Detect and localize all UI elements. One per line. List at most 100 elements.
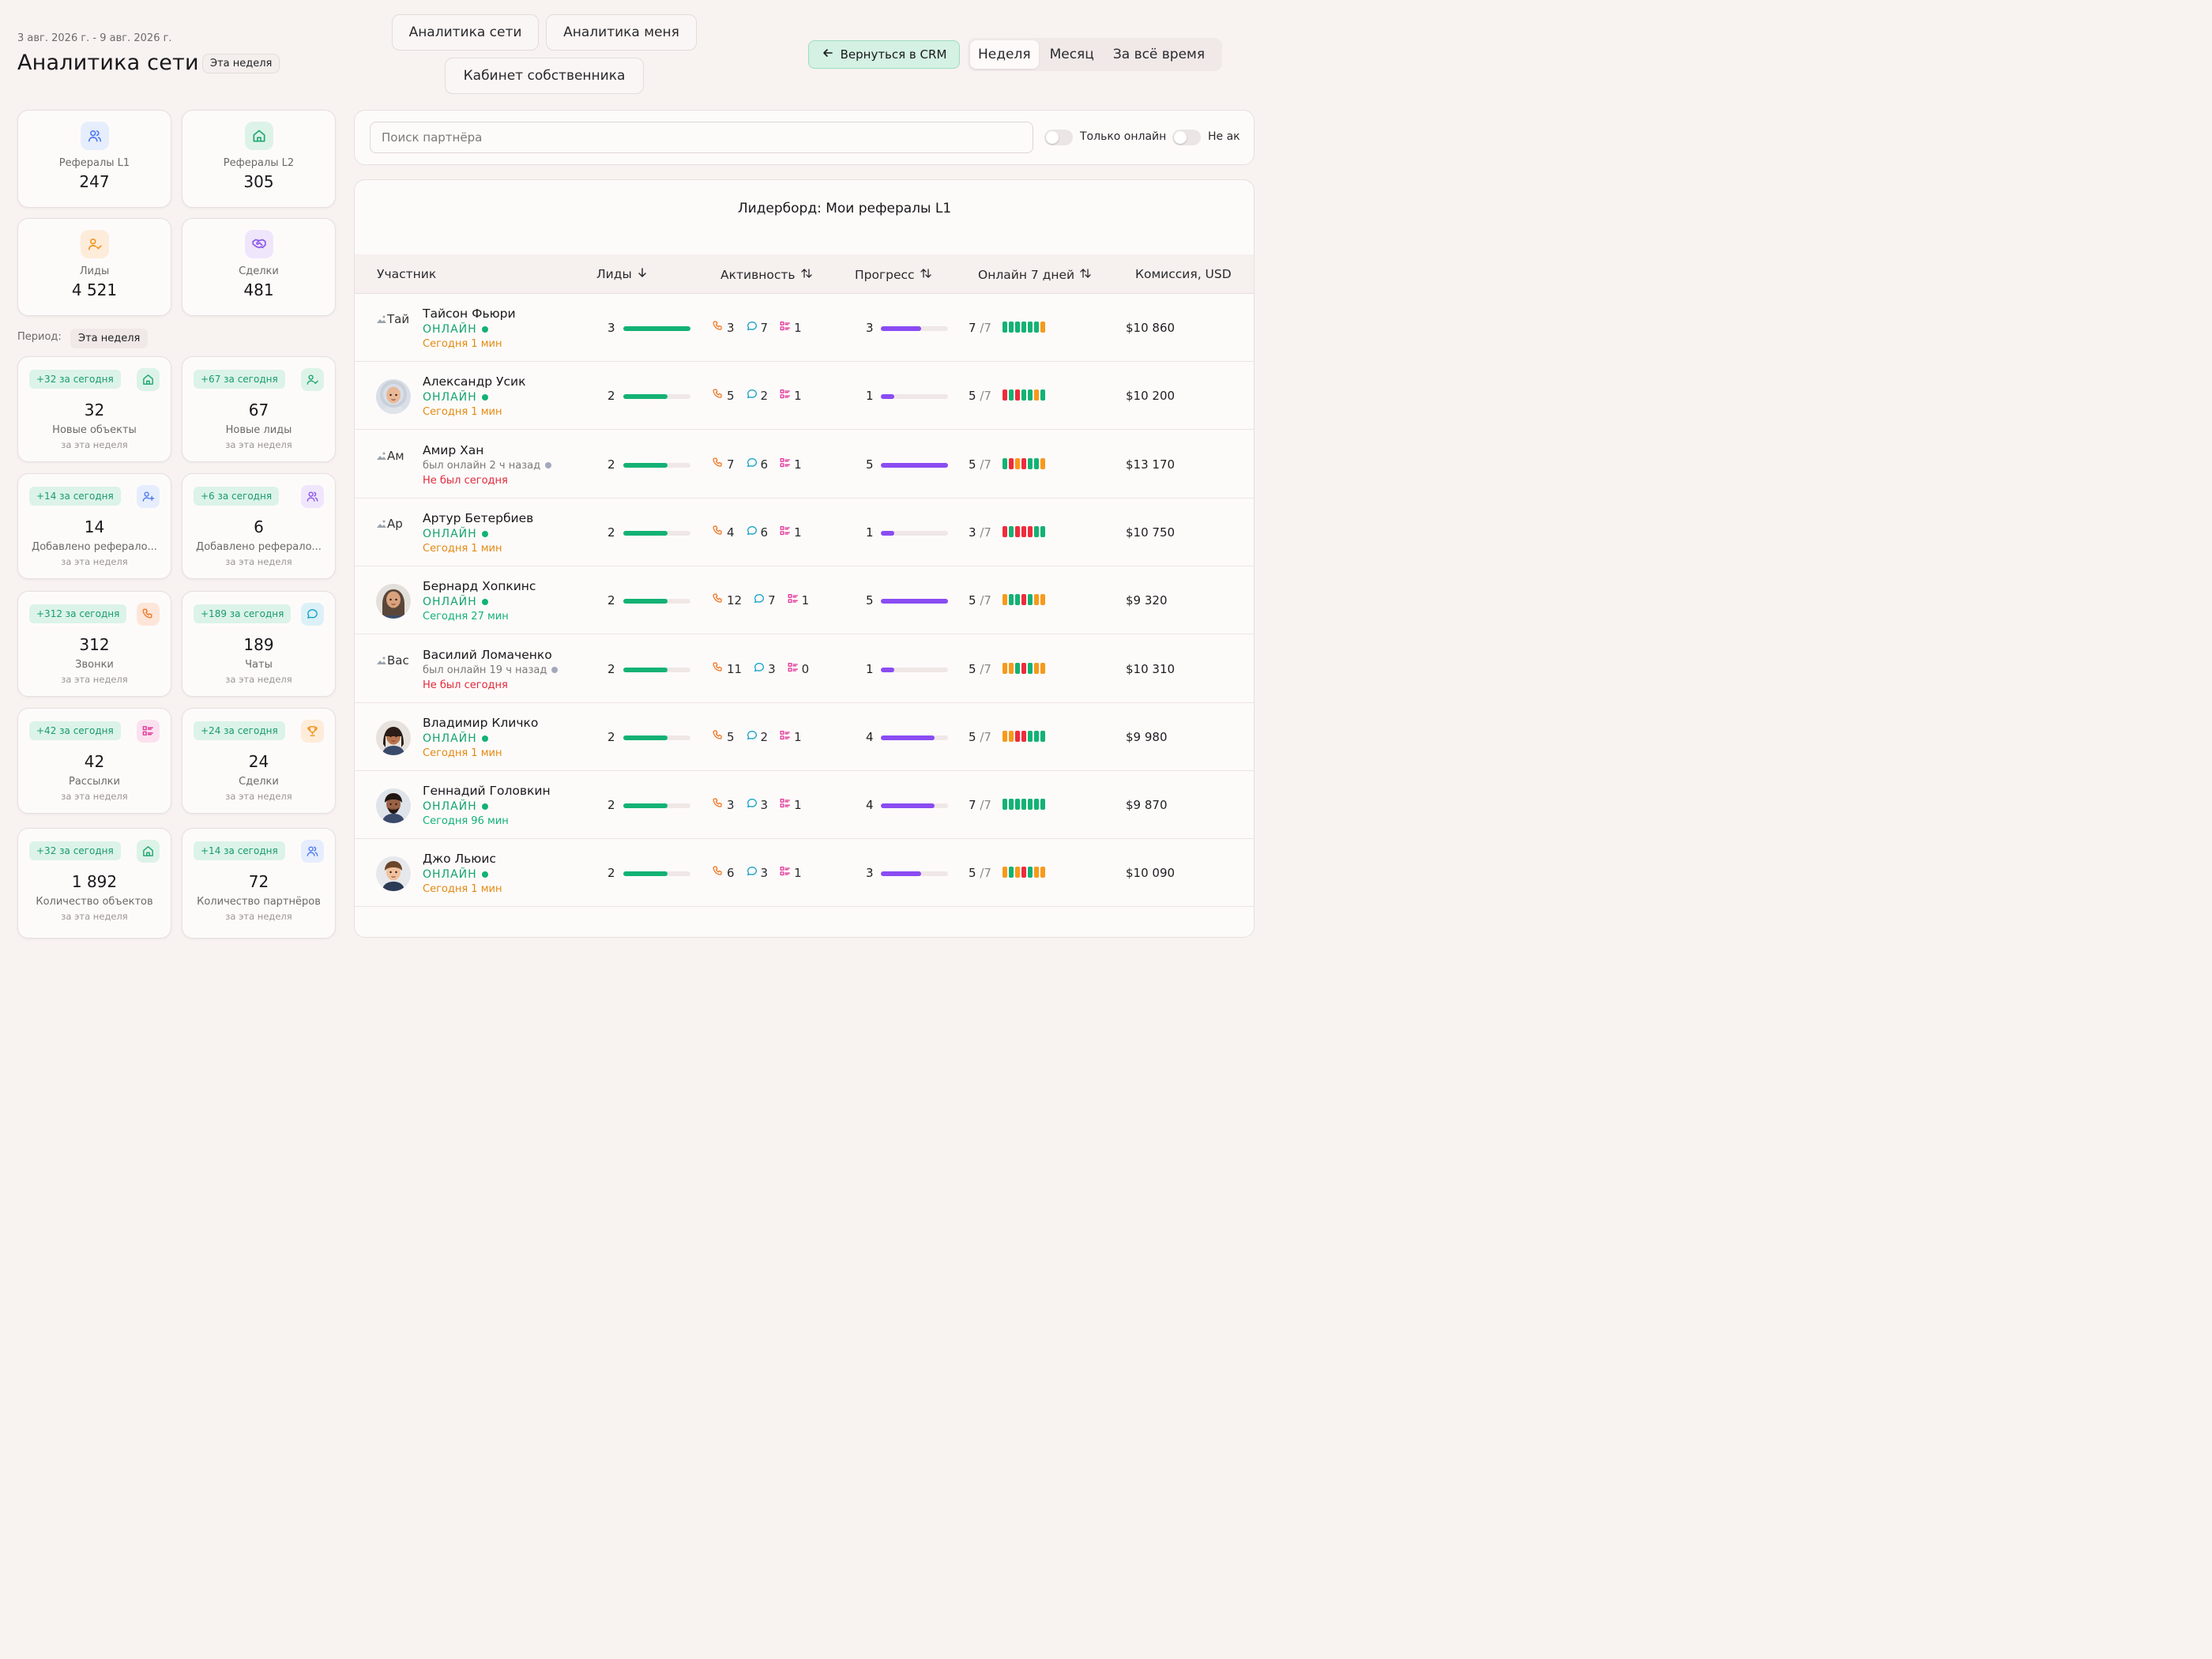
day-activity-segment [1034,457,1039,469]
period-label: Период: [17,331,62,343]
participant-name[interactable]: Александр Усик [423,374,525,389]
summary-card: Лиды 4 521 [17,218,171,316]
activity-cell: 5 2 1 [712,729,813,745]
metric-period: за эта неделя [225,911,292,922]
table-row[interactable]: Джо Льюис ОНЛАЙН Сегодня 1 мин 2 6 3 1 3… [355,839,1254,908]
metric-period: за эта неделя [61,674,128,685]
day-activity-segment [1021,799,1026,811]
partner-search-input[interactable] [370,122,1033,153]
metric-value: 32 [84,401,105,419]
participant-name[interactable]: Артур Бетербиев [423,511,533,525]
progress-value: 4 [866,729,874,744]
last-seen: Сегодня 1 мин [423,747,502,759]
table-row[interactable]: Ам Амир Хан был онлайн 2 ч назад Не был … [355,431,1254,498]
progress-bar [881,803,948,809]
participant-name[interactable]: Амир Хан [423,443,483,457]
back-to-crm-button[interactable]: Вернуться в CRM [808,40,960,69]
col-leads[interactable]: Лиды [596,267,648,281]
leaderboard-title: Лидерборд: Мои рефералы L1 [737,201,952,216]
day-activity-segment [1034,594,1039,606]
period-tab-month[interactable]: Месяц [1042,40,1102,69]
today-delta-badge: +32 за сегодня [29,370,121,389]
summary-value: 305 [243,172,274,191]
progress-bar [881,530,948,536]
col-progress[interactable]: Прогресс [855,267,932,283]
online-only-toggle[interactable] [1044,130,1073,145]
activity-cell: 12 7 1 [712,592,820,608]
chat-icon [746,388,758,404]
today-delta-badge: +42 за сегодня [29,721,121,740]
leads-bar [623,599,690,604]
nav-owner-cabinet-button[interactable]: Кабинет собственника [445,58,644,94]
summary-value: 481 [243,280,274,299]
col-activity[interactable]: Активность [720,267,813,283]
commission-value: $10 200 [1126,389,1176,404]
users-icon [80,122,109,150]
table-row[interactable]: Ар Артур Бетербиев ОНЛАЙН Сегодня 1 мин … [355,498,1254,566]
chat-icon [746,320,758,336]
commission-value: $9 320 [1126,593,1168,608]
day-activity-segment [1028,594,1033,606]
summary-label: Лиды [79,265,110,277]
chats-count: 2 [760,729,769,744]
users-icon [301,840,324,863]
metric-value: 1 892 [71,872,118,891]
period-tab-week[interactable]: Неделя [970,40,1039,69]
progress-bar [881,462,948,468]
metric-card: +67 за сегодня 67 Новые лиды за эта неде… [182,356,336,462]
avatar [376,720,411,755]
nav-my-analytics-button[interactable]: Аналитика меня [546,14,697,51]
phone-icon [712,388,724,404]
day-activity-segment [1009,799,1014,811]
day-activity-segment [1040,730,1045,742]
metric-value: 189 [243,635,274,654]
chats-count: 7 [768,593,776,608]
participant-name[interactable]: Геннадий Головкин [423,784,551,798]
calls-count: 3 [727,321,735,335]
metric-label: Сделки [239,776,279,788]
day-activity-segment [1028,662,1033,674]
col-commission[interactable]: Комиссия, USD [1135,267,1232,281]
table-row[interactable]: Бернард Хопкинс ОНЛАЙН Сегодня 27 мин 2 … [355,566,1254,635]
day-activity-segment [1021,594,1026,606]
day-activity-segment [1015,867,1020,878]
mailings-count: 1 [794,525,802,540]
day-activity-segment [1009,389,1014,401]
status-dot [481,803,488,811]
col-online-7-days[interactable]: Онлайн 7 дней [978,267,1092,283]
chats-count: 6 [760,525,769,540]
metric-card: +42 за сегодня 42 Рассылки за эта неделя [17,708,171,814]
period-switch: Неделя Месяц За всё время [968,38,1222,71]
progress-bar [881,735,948,740]
leads-count: 2 [608,661,615,676]
leads-bar [623,530,690,536]
table-row[interactable]: Александр Усик ОНЛАЙН Сегодня 1 мин 2 5 … [355,362,1254,431]
table-row[interactable]: Вас Василий Ломаченко был онлайн 19 ч на… [355,635,1254,703]
participant-name[interactable]: Бернард Хопкинс [423,579,536,593]
summary-label: Рефералы L1 [58,157,130,169]
participant-name[interactable]: Тайсон Фьюри [423,307,516,321]
period-tab-all-time[interactable]: За всё время [1105,40,1213,69]
day-activity-segment [1034,389,1039,401]
metric-value: 14 [84,517,105,536]
table-row[interactable]: Тай Тайсон Фьюри ОНЛАЙН Сегодня 1 мин 3 … [355,294,1254,362]
list-icon [779,797,792,813]
inactive-toggle[interactable] [1172,130,1201,145]
day-activity-segment [1009,594,1014,606]
nav-network-analytics-button[interactable]: Аналитика сети [392,14,539,51]
participant-name[interactable]: Джо Льюис [423,852,496,866]
commission-value: $10 750 [1126,525,1176,540]
participant-name[interactable]: Василий Ломаченко [423,648,552,662]
chats-count: 6 [760,457,769,472]
status-dot [481,871,488,878]
metric-label: Добавлено реферало... [32,541,157,553]
leads-count: 2 [608,866,615,881]
user-check-icon [80,230,109,258]
table-row[interactable]: Геннадий Головкин ОНЛАЙН Сегодня 96 мин … [355,771,1254,840]
table-row[interactable]: Владимир Кличко ОНЛАЙН Сегодня 1 мин 2 5… [355,703,1254,771]
participant-name[interactable]: Владимир Кличко [423,716,538,730]
col-participant: Участник [377,267,437,281]
commission-value: $10 310 [1126,661,1176,676]
period-chip[interactable]: Эта неделя [70,329,149,348]
sort-desc-icon [637,267,648,281]
